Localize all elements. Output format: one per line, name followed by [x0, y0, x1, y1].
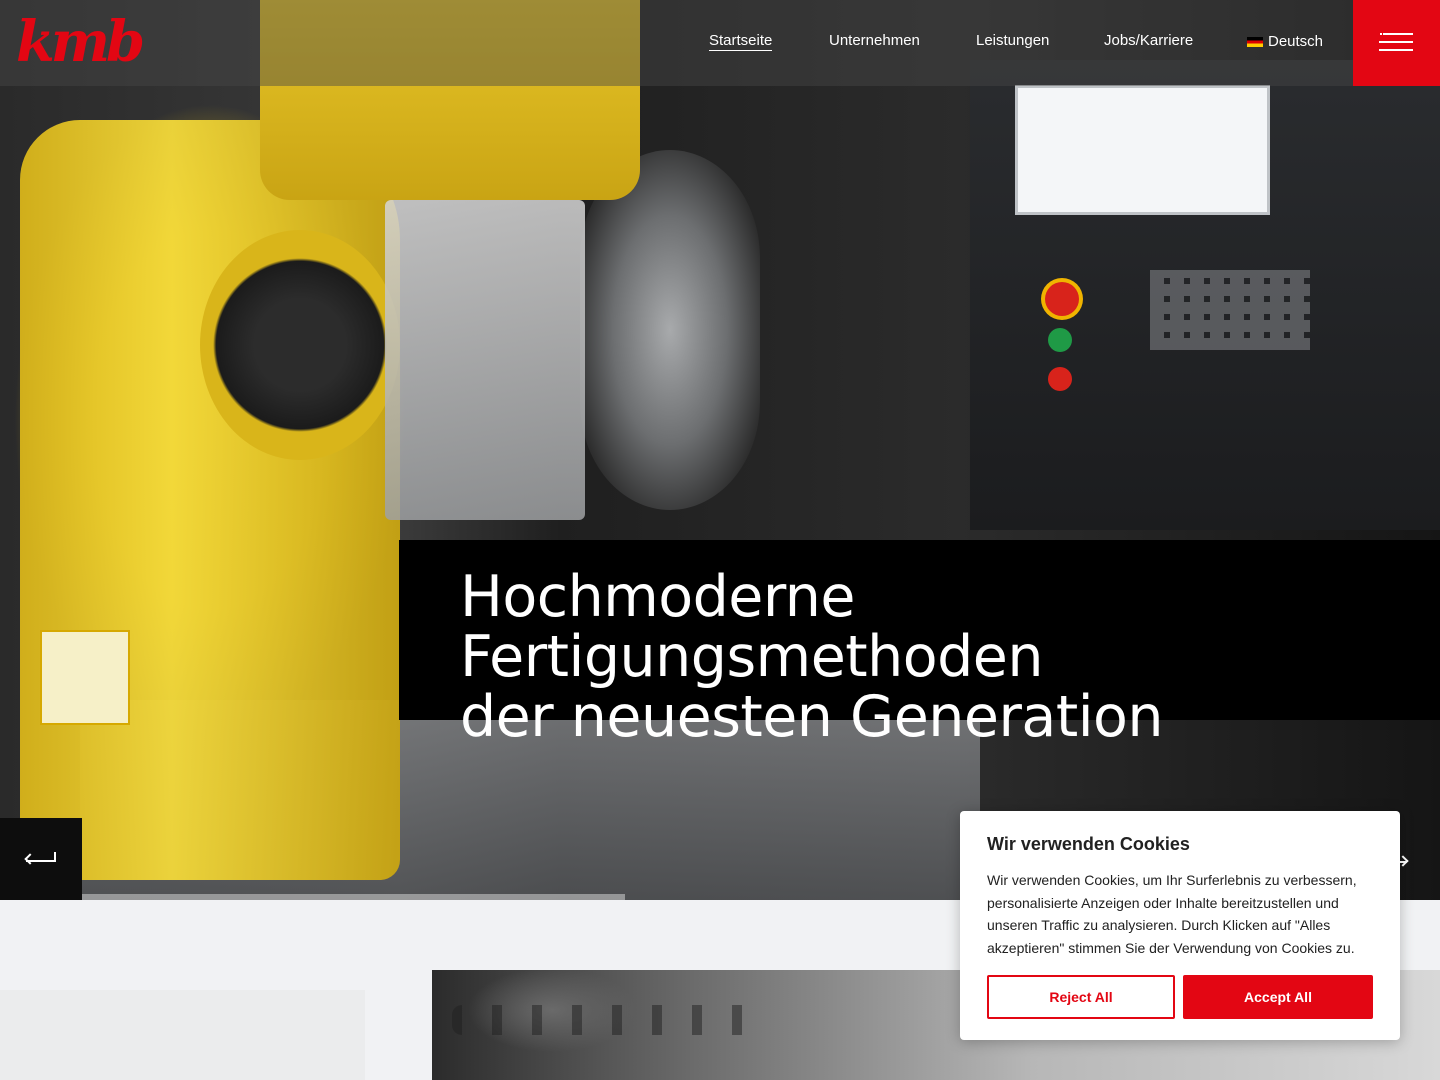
language-switcher[interactable]: Deutsch [1247, 33, 1323, 50]
nav-item-jobs-karriere[interactable]: Jobs/Karriere [1104, 32, 1193, 49]
cookie-text: Wir verwenden Cookies, um Ihr Surferlebn… [987, 872, 1357, 957]
hero-headline-line2: der neuesten Generation [460, 684, 1164, 750]
lathe-chuck-image [580, 150, 760, 510]
reject-all-button[interactable]: Reject All [987, 975, 1175, 1019]
cnc-screen [1015, 85, 1270, 215]
menu-button[interactable] [1353, 0, 1440, 86]
emergency-stop-button-image [1045, 282, 1079, 316]
nav-item-unternehmen[interactable]: Unternehmen [829, 32, 920, 49]
kmb-logo[interactable]: kmb [16, 12, 145, 72]
language-label: Deutsch [1268, 33, 1324, 50]
caution-label-image [40, 630, 130, 725]
nav-item-startseite[interactable]: Startseite [709, 32, 773, 51]
slider-prev-button[interactable] [0, 818, 82, 900]
hero-headline-line1: Hochmoderne Fertigungsmethoden [460, 564, 1044, 690]
content-card [0, 990, 365, 1080]
hero-headline: Hochmoderne Fertigungsmethoden der neues… [460, 567, 1440, 747]
cookie-banner: Wir verwenden Cookies Wir verwenden Cook… [960, 811, 1400, 1040]
cnc-keypad [1150, 270, 1310, 350]
site-header: kmb Startseite Unternehmen Leistungen Jo… [0, 0, 1440, 86]
green-button-image [1048, 328, 1072, 352]
hamburger-menu-icon [1380, 33, 1382, 35]
robot-gripper-image [385, 200, 585, 520]
cookie-title: Wir verwenden Cookies [987, 834, 1190, 854]
red-button-image [1048, 367, 1072, 391]
accept-all-button[interactable]: Accept All [1183, 975, 1373, 1019]
robot-joint-image [200, 230, 400, 460]
hero-slider [0, 0, 1440, 900]
hero-caption: Hochmoderne Fertigungsmethoden der neues… [399, 540, 1440, 747]
robot-arm-image [20, 120, 400, 880]
nav-item-leistungen[interactable]: Leistungen [976, 32, 1049, 49]
slide-progress-bar [82, 894, 625, 900]
flag-de-icon [1247, 36, 1263, 47]
